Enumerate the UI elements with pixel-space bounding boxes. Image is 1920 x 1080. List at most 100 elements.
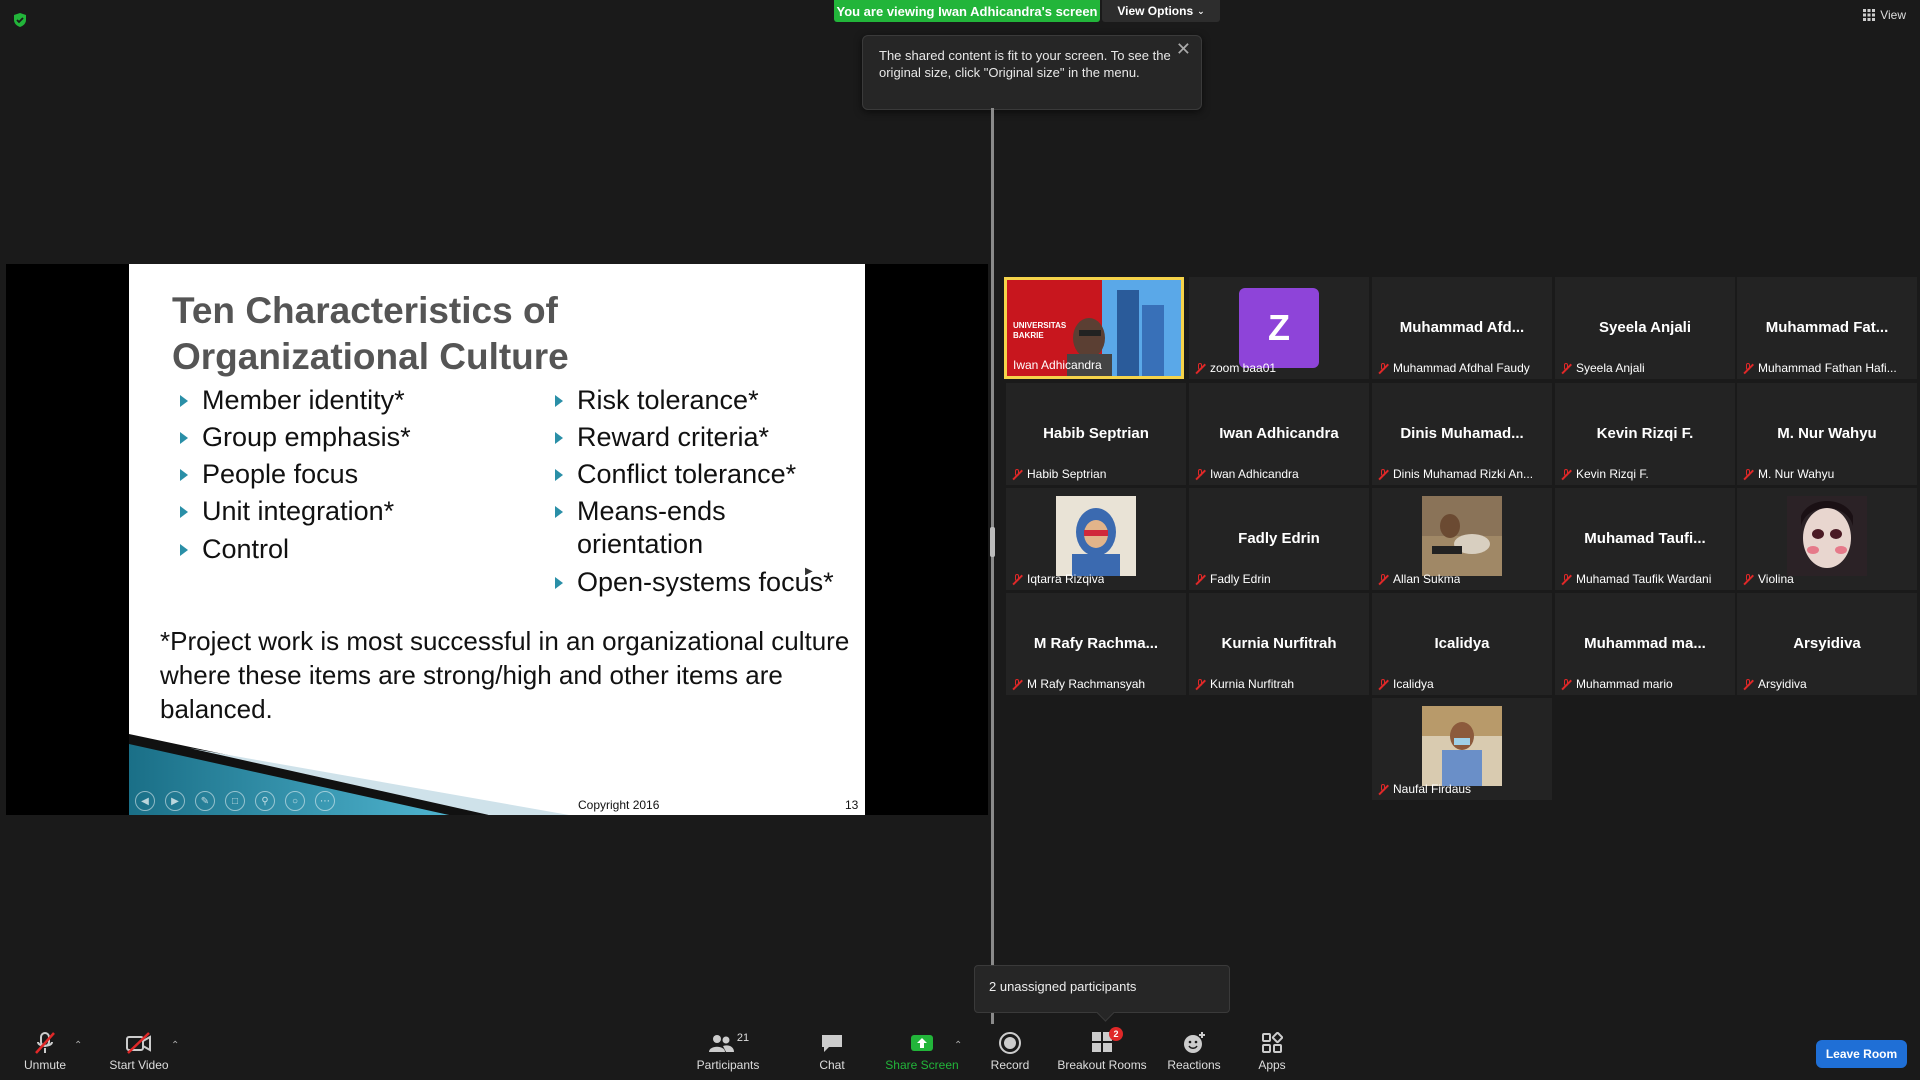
unmute-label: Unmute: [23, 1058, 67, 1072]
share-screen-icon: [911, 1035, 933, 1051]
participant-tile[interactable]: Muhamad Taufi... Muhamad Taufik Wardani: [1555, 488, 1735, 590]
participant-tile[interactable]: Habib Septrian Habib Septrian: [1006, 383, 1186, 485]
chat-icon: [822, 1035, 842, 1052]
participant-tile[interactable]: Fadly Edrin Fadly Edrin: [1189, 488, 1369, 590]
participant-tile[interactable]: Syeela Anjali Syeela Anjali: [1555, 277, 1735, 379]
start-video-button[interactable]: Start Video: [104, 1030, 174, 1072]
split-divider[interactable]: [991, 108, 994, 1028]
unassigned-participants-popup[interactable]: 2 unassigned participants: [974, 965, 1230, 1022]
pen-icon[interactable]: ✎: [195, 791, 215, 811]
profile-photo: [1787, 496, 1867, 576]
slide-controls: ◀ ▶ ✎ □ ⚲ ○ ⋯: [129, 791, 335, 811]
participant-tile[interactable]: Iqtarra Rizqiva: [1006, 488, 1186, 590]
participant-tile[interactable]: Kurnia Nurfitrah Kurnia Nurfitrah: [1189, 593, 1369, 695]
unmute-button[interactable]: Unmute: [14, 1030, 76, 1072]
presentation-slide: Ten Characteristics of Organizational Cu…: [129, 264, 865, 815]
participant-tile[interactable]: Iwan Adhicandra Iwan Adhicandra: [1189, 383, 1369, 485]
record-label: Record: [990, 1058, 1030, 1072]
reactions-label: Reactions: [1167, 1058, 1221, 1072]
participant-name: Muhammad Fathan Hafi...: [1743, 361, 1897, 375]
breakout-rooms-button[interactable]: 2 Breakout Rooms: [1054, 1026, 1150, 1072]
slides-grid-icon[interactable]: □: [225, 791, 245, 811]
chat-button[interactable]: Chat: [800, 1030, 864, 1072]
participant-tile[interactable]: Z zoom baa01: [1189, 277, 1369, 379]
apps-button[interactable]: Apps: [1246, 1030, 1298, 1072]
participant-name: Muhamad Taufik Wardani: [1561, 572, 1711, 586]
participant-gallery: UNIVERSITAS BAKRIE Iwan Adhicandra Z zoo…: [0, 0, 1917, 800]
bullet-triangle-icon: [555, 469, 563, 481]
participant-display-name: M Rafy Rachma...: [1033, 635, 1159, 652]
participant-tile[interactable]: Kevin Rizqi F. Kevin Rizqi F.: [1555, 383, 1735, 485]
participant-tile[interactable]: M. Nur Wahyu M. Nur Wahyu: [1737, 383, 1917, 485]
zoom-icon[interactable]: ⚲: [255, 791, 275, 811]
participant-tile[interactable]: Muhammad Fat... Muhammad Fathan Hafi...: [1737, 277, 1917, 379]
participant-display-name: Muhammad ma...: [1584, 635, 1706, 652]
participant-tile[interactable]: Icalidya Icalidya: [1372, 593, 1552, 695]
slide-title-line2: Organizational Culture: [172, 336, 569, 377]
participant-display-name: Muhammad Fat...: [1765, 319, 1889, 336]
share-screen-button[interactable]: Share Screen: [882, 1030, 962, 1072]
participant-display-name: Icalidya: [1434, 635, 1490, 652]
divider-drag-handle[interactable]: [990, 527, 995, 557]
chat-label: Chat: [819, 1058, 845, 1072]
bullet-item: Means-ends: [555, 496, 726, 527]
apps-icon: [1262, 1032, 1283, 1053]
video-off-icon: [126, 1032, 151, 1054]
leave-room-button[interactable]: Leave Room: [1816, 1040, 1907, 1068]
participant-tile[interactable]: Naufal Firdaus: [1372, 698, 1552, 800]
participant-name: Kurnia Nurfitrah: [1195, 677, 1294, 691]
participant-name: Naufal Firdaus: [1378, 782, 1471, 796]
record-button[interactable]: Record: [980, 1030, 1040, 1072]
participant-name: Icalidya: [1378, 677, 1434, 691]
muted-mic-icon: [1012, 678, 1023, 690]
participants-icon: [708, 1035, 734, 1052]
muted-mic-icon: [1195, 468, 1206, 480]
share-options-caret-icon[interactable]: ⌃: [954, 1040, 962, 1051]
participant-display-name: Syeela Anjali: [1599, 319, 1691, 336]
bullet-triangle-icon: [180, 469, 188, 481]
previous-slide-icon[interactable]: ◀: [135, 791, 155, 811]
participant-tile[interactable]: Allan Sukma: [1372, 488, 1552, 590]
bullet-triangle-icon: [180, 395, 188, 407]
view-label: View: [1880, 8, 1906, 22]
close-icon[interactable]: ✕: [1176, 40, 1191, 58]
viewing-screen-banner: You are viewing Iwan Adhicandra's screen: [834, 0, 1100, 22]
participant-name: Iwan Adhicandra: [1013, 358, 1102, 372]
bullet-item: Group emphasis*: [180, 422, 411, 453]
participants-count: 21: [736, 1032, 750, 1044]
bullet-item: Open-systems focus*: [555, 567, 834, 598]
participant-tile[interactable]: Arsyidiva Arsyidiva: [1737, 593, 1917, 695]
participant-name: Iqtarra Rizqiva: [1012, 572, 1104, 586]
bullet-triangle-icon: [180, 432, 188, 444]
view-layout-button[interactable]: View: [1863, 8, 1906, 22]
audio-options-caret-icon[interactable]: ⌃: [74, 1040, 82, 1051]
participant-tile[interactable]: Muhammad ma... Muhammad mario: [1555, 593, 1735, 695]
muted-mic-icon: [1012, 468, 1023, 480]
reactions-icon: [1184, 1032, 1205, 1053]
muted-mic-icon: [1561, 678, 1572, 690]
participant-tile[interactable]: Violina: [1737, 488, 1917, 590]
participant-name: M. Nur Wahyu: [1743, 467, 1834, 481]
video-options-caret-icon[interactable]: ⌃: [171, 1040, 179, 1051]
participant-tile[interactable]: Dinis Muhamad... Dinis Muhamad Rizki An.…: [1372, 383, 1552, 485]
reactions-button[interactable]: Reactions: [1160, 1030, 1228, 1072]
muted-mic-icon: [1378, 573, 1389, 585]
security-shield-icon[interactable]: [12, 12, 28, 28]
bullet-triangle-icon: [555, 395, 563, 407]
subtitle-icon[interactable]: ○: [285, 791, 305, 811]
next-slide-icon[interactable]: ▶: [165, 791, 185, 811]
mouse-cursor-icon: ▶: [805, 566, 813, 577]
muted-mic-icon: [1378, 678, 1389, 690]
participant-tile[interactable]: M Rafy Rachma... M Rafy Rachmansyah: [1006, 593, 1186, 695]
profile-photo: [1422, 706, 1502, 786]
more-options-icon[interactable]: ⋯: [315, 791, 335, 811]
tooltip-text: The shared content is fit to your screen…: [879, 48, 1171, 80]
participant-display-name: Kurnia Nurfitrah: [1221, 635, 1337, 652]
chevron-down-icon: ⌄: [1197, 5, 1205, 16]
participant-tile[interactable]: Muhammad Afd... Muhammad Afdhal Faudy: [1372, 277, 1552, 379]
participant-tile[interactable]: UNIVERSITAS BAKRIE Iwan Adhicandra: [1004, 277, 1184, 379]
participant-name: M Rafy Rachmansyah: [1012, 677, 1145, 691]
view-options-button[interactable]: View Options ⌄: [1102, 0, 1220, 22]
participants-button[interactable]: 21 Participants: [690, 1030, 766, 1072]
unassigned-text: 2 unassigned participants: [989, 979, 1137, 994]
